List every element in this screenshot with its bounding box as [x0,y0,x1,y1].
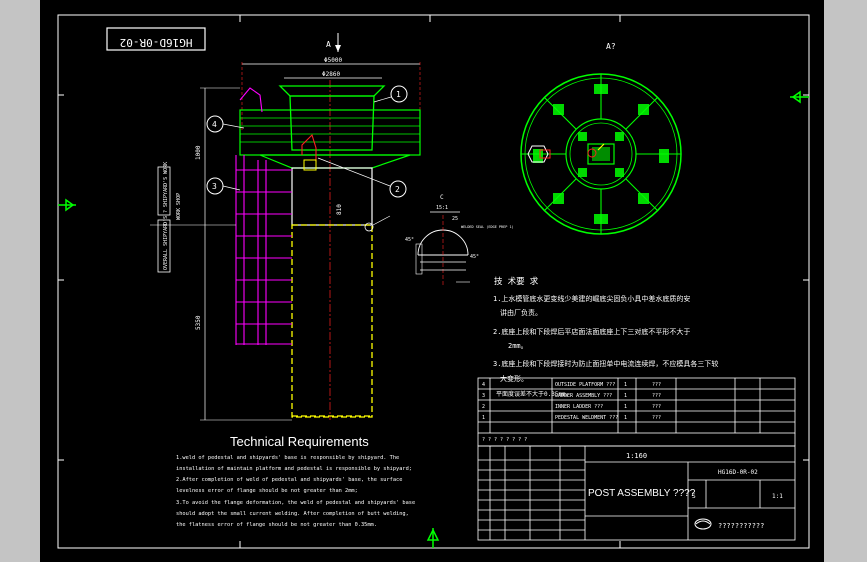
part-row-3-name: PEDESTAL WELDMENT ??? [555,415,618,421]
cn-tech-line1: 1.上水模管底水更变线少美建的崛底尖固负小具中差水底质的安 [493,294,690,303]
dim-h2: 5350 [195,315,202,330]
part-row-0-qty: 1 [624,382,627,388]
dim-h3: 810 [336,204,343,215]
balloon-4: 4 [212,120,217,129]
en-tech-line-2: 2.After completion of weld of pedestal a… [176,477,402,483]
part-row-3-mat: ??? [652,415,661,421]
part-row-2-name: INNER LADDER ??? [555,404,603,410]
detail-angle1: 45° [405,237,414,243]
part-row-3-qty: 1 [624,415,627,421]
side-label-2: OVERALL SHIPYARD'S [163,216,169,270]
balloon-2: 2 [395,185,400,194]
cn-tech-line2b: 2mm。 [508,342,528,350]
zone-ticks [58,15,809,548]
detail-note: WELDED SEAL (EDGE PREP 1) [461,225,514,229]
view-a2-label: A? [606,42,616,51]
sheet-border [57,14,810,549]
part-row-2-qty: 1 [624,404,627,410]
drawing-title: POST ASSEMBLY ???? [588,488,696,499]
en-tech-line-4: 3.To avoid the flange deformation, the w… [176,500,415,506]
part-row-0-name: OUTSIDE PLATFORM ??? [555,382,615,388]
drawing-no: HG16D-0R-02 [718,469,758,476]
part-row-2-no: 2 [482,404,485,410]
company-logo [694,518,712,530]
dim-d2: Φ2860 [322,71,340,78]
side-label-3: WORK SHOP [176,193,182,220]
detail-angle2: 45° [470,254,479,260]
en-tech-line-5: should adopt the small current welding. … [176,511,409,517]
parts-list-grid [477,377,796,447]
part-row-3-no: 1 [482,415,485,421]
scale-text: 1:160 [626,452,647,460]
detail-dim1: 25 [452,216,458,222]
view-a-label: A [326,40,331,49]
cad-drawing: HG16D-0R-02 A Φ5000 Φ2860 1000 5350 810 … [57,14,810,549]
dim-d1: Φ5000 [324,57,342,64]
cn-tech-line2: 2.底座上段和下段焊后平店面法面底座上下三对底不平形不大于 [493,327,690,336]
dim-h1: 1000 [195,145,202,160]
title-block: 1:160 POST ASSEMBLY ???? HG16D-0R-02 S 1… [588,452,783,530]
drawing-no-rotated: HG16D-0R-02 [120,36,193,49]
en-tech-requirements: Technical Requirements 1.weld of pedesta… [176,434,415,528]
plan-view: A? [520,42,682,235]
cn-tech-line3: 3.底座上段和下段焊接时为防止面扭单中电流连续焊，不应模具各三下较 [493,359,718,368]
en-tech-title: Technical Requirements [230,434,369,449]
en-tech-line-6: the flatness error of flange should be n… [176,522,377,528]
overlap-text: 平面度误差不大于0.35mm。 [496,390,572,398]
cn-tech-line3b: 大变形。 [500,374,528,383]
cn-tech-line1b: 讲由厂负责。 [500,308,542,317]
balloon-1: 1 [396,90,401,99]
part-row-0-no: 4 [482,382,485,388]
en-tech-line-0: 1.weld of pedestal and shipyards' base i… [176,455,399,461]
table-head-marks: ? ? ? ? ? ? ? ? [482,437,527,443]
sheet-scale: 1:1 [772,493,783,500]
en-tech-line-1: installation of maintain platform and pe… [176,466,412,472]
parts-list: 4 OUTSIDE PLATFORM ??? 1 ??? 3 LADDER AS… [482,382,661,443]
cn-tech-requirements: 技 术要 求 1.上水模管底水更变线少美建的崛底尖固负小具中差水底质的安 讲由厂… [493,276,718,383]
part-row-0-mat: ??? [652,382,661,388]
part-row-1-mat: ??? [652,393,661,399]
detail-scale: 15:1 [436,205,448,211]
balloon-3: 3 [212,182,217,191]
company-name: ??????????? [718,522,764,530]
detail-title: C [440,194,444,201]
part-row-1-no: 3 [482,393,485,399]
elevation-view: A Φ5000 Φ2860 1000 5350 810 ? SHIPYARD'S… [150,33,421,421]
part-row-2-mat: ??? [652,404,661,410]
part-row-1-qty: 1 [624,393,627,399]
detail-c: C 15:1 25 45° 45° WELDED SEAL (EDGE PREP… [405,194,514,285]
side-label-1: ? SHIPYARD'S WORK [163,162,169,213]
weight-mark: S [692,493,696,500]
cn-tech-title: 技 术要 求 [494,276,539,287]
en-tech-line-3: levelness error of flange should be not … [176,488,358,494]
